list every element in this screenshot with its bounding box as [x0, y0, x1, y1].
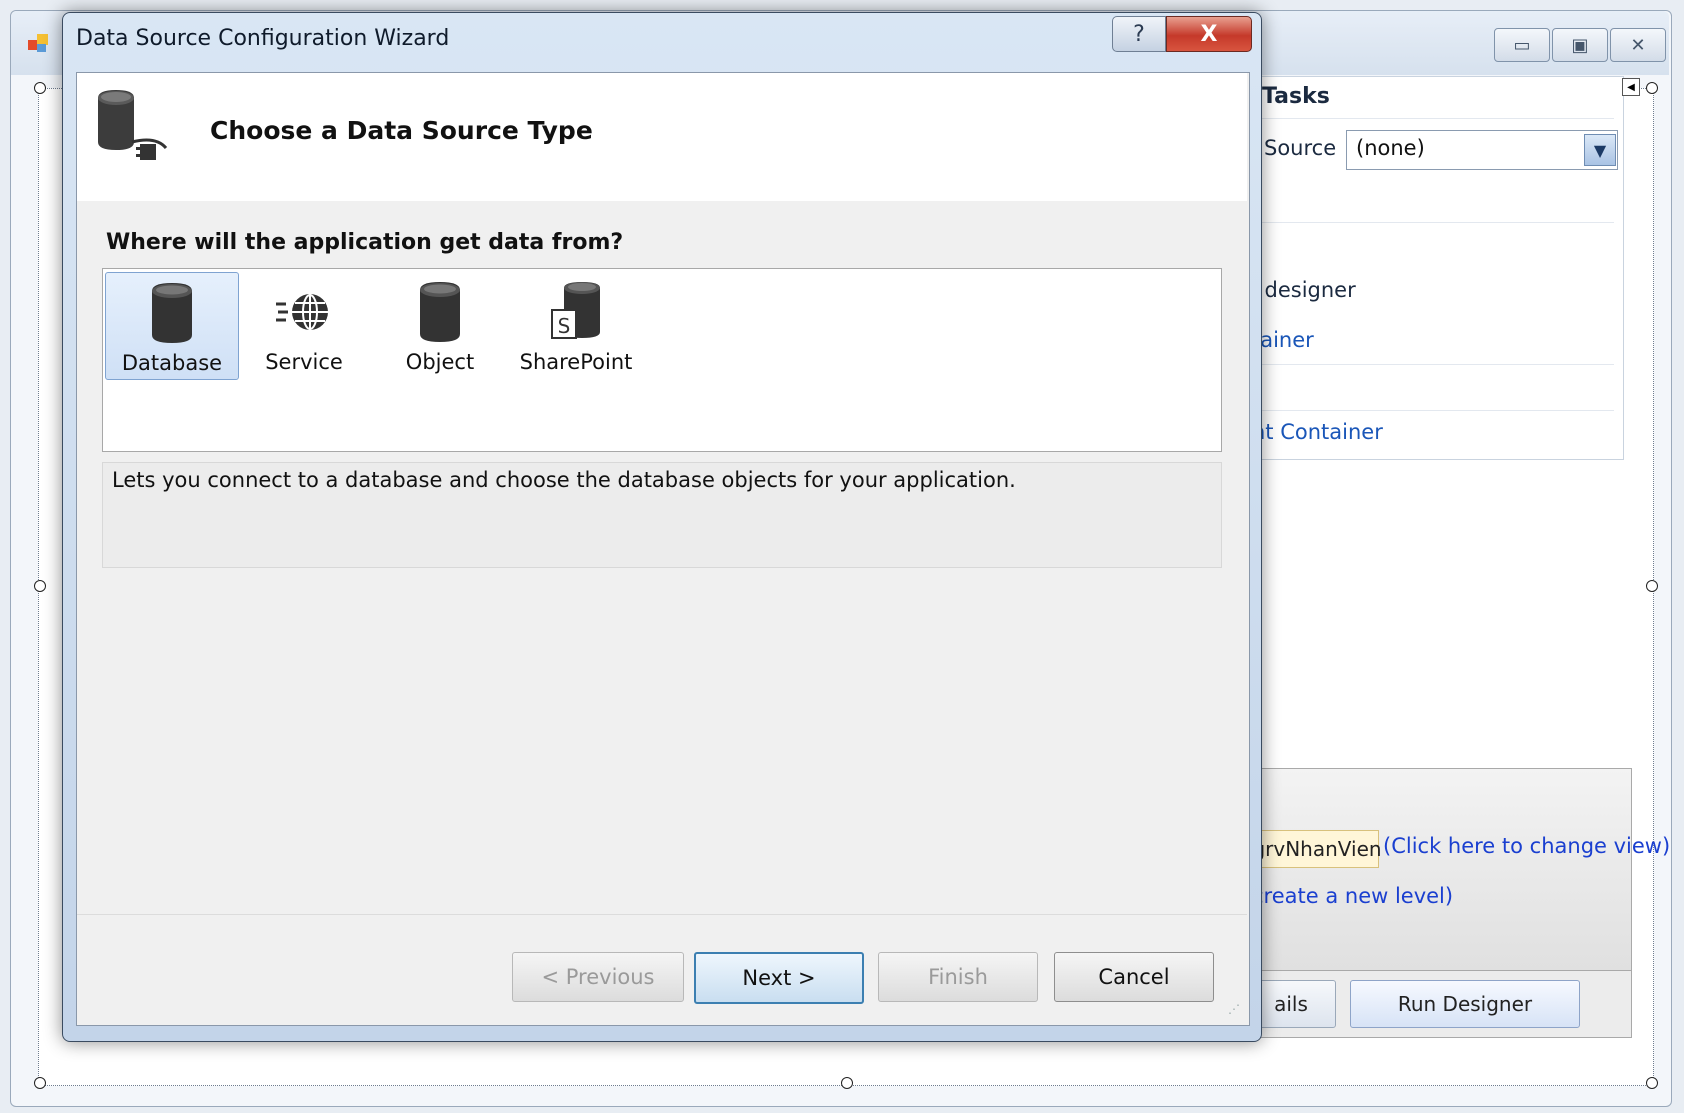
- dialog-title: Data Source Configuration Wizard: [76, 26, 450, 51]
- dialog-close-button[interactable]: X: [1166, 16, 1252, 52]
- resize-handle-bottom[interactable]: [841, 1077, 853, 1089]
- designer-item[interactable]: l designer: [1252, 278, 1356, 302]
- run-designer-button[interactable]: Run Designer: [1350, 980, 1580, 1028]
- database-icon: [140, 281, 204, 345]
- data-source-type-database[interactable]: Database: [105, 272, 239, 380]
- new-level-link[interactable]: create a new level): [1252, 884, 1453, 908]
- view-name-chip[interactable]: grvNhanVien: [1252, 830, 1382, 868]
- app-icon: [28, 32, 50, 54]
- chevron-down-icon[interactable]: ▼: [1584, 134, 1616, 166]
- minimize-button[interactable]: ▭: [1494, 28, 1550, 62]
- resize-handle-right[interactable]: [1646, 580, 1658, 592]
- data-source-type-sharepoint[interactable]: S SharePoint: [510, 272, 642, 378]
- close-window-button[interactable]: ✕: [1610, 28, 1666, 62]
- cancel-button[interactable]: Cancel: [1054, 952, 1214, 1002]
- change-view-link[interactable]: (Click here to change view): [1383, 834, 1670, 858]
- data-source-type-service[interactable]: Service: [238, 272, 370, 378]
- help-button[interactable]: ?: [1112, 16, 1166, 52]
- tasks-title: Tasks: [1262, 84, 1330, 109]
- resize-grip-icon[interactable]: ⋰: [1228, 1002, 1240, 1016]
- finish-button[interactable]: Finish: [878, 952, 1038, 1002]
- description-text: Lets you connect to a database and choos…: [112, 468, 1016, 492]
- divider: [1258, 410, 1614, 411]
- database-plug-icon: [96, 88, 180, 168]
- sharepoint-icon: S: [544, 280, 608, 344]
- resize-handle-top-right[interactable]: [1646, 82, 1658, 94]
- object-icon: [408, 280, 472, 344]
- type-label: Object: [405, 350, 475, 374]
- resize-handle-top-left[interactable]: [34, 82, 46, 94]
- svg-text:S: S: [558, 314, 571, 338]
- service-globe-icon: [272, 280, 336, 344]
- resize-handle-bottom-left[interactable]: [34, 1077, 46, 1089]
- minimize-icon: ▭: [1513, 34, 1531, 56]
- divider: [1258, 364, 1614, 365]
- next-button[interactable]: Next >: [694, 952, 864, 1004]
- divider: [1258, 118, 1614, 119]
- type-label: Database: [121, 351, 223, 375]
- help-icon: ?: [1133, 21, 1145, 47]
- resize-handle-left[interactable]: [34, 580, 46, 592]
- maximize-button[interactable]: ▣: [1552, 28, 1608, 62]
- data-source-label: Source: [1264, 136, 1337, 160]
- type-label: SharePoint: [519, 350, 633, 374]
- maximize-icon: ▣: [1571, 34, 1589, 56]
- type-label: Service: [265, 350, 343, 374]
- close-icon: X: [1200, 21, 1218, 47]
- divider: [1258, 222, 1614, 223]
- data-source-value: (none): [1356, 136, 1425, 160]
- data-source-type-object[interactable]: Object: [374, 272, 506, 378]
- resize-handle-bottom-right[interactable]: [1646, 1077, 1658, 1089]
- question-label: Where will the application get data from…: [106, 230, 624, 255]
- previous-button[interactable]: < Previous: [512, 952, 684, 1002]
- close-icon: ✕: [1630, 34, 1646, 56]
- page-title: Choose a Data Source Type: [210, 116, 593, 145]
- collapse-tasks-icon[interactable]: ◀: [1622, 78, 1640, 96]
- content-container-link[interactable]: nt Container: [1252, 420, 1383, 444]
